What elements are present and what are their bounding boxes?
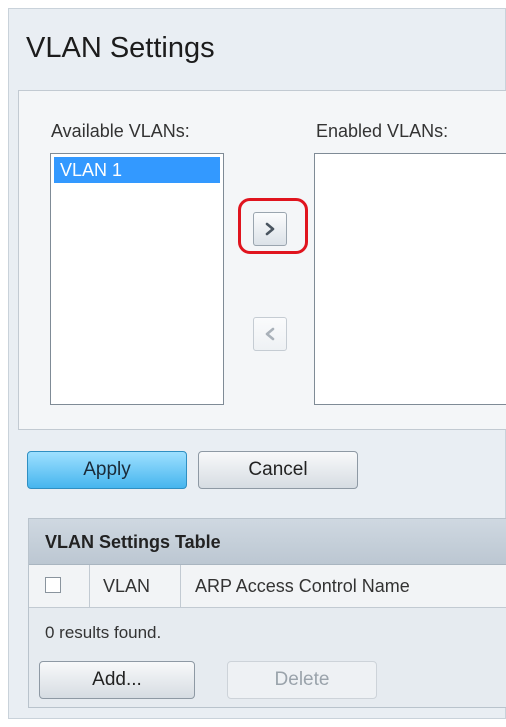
highlight-annotation xyxy=(238,198,308,254)
apply-button[interactable]: Apply xyxy=(27,451,187,489)
move-left-button[interactable] xyxy=(253,317,287,351)
available-vlans-list[interactable]: VLAN 1 xyxy=(50,153,224,405)
vlan-settings-table: VLAN Settings Table VLAN ARP Access Cont… xyxy=(28,518,506,708)
table-title: VLAN Settings Table xyxy=(29,519,506,565)
chevron-left-icon xyxy=(265,327,275,341)
column-divider xyxy=(180,565,181,607)
delete-button[interactable]: Delete xyxy=(227,661,377,699)
cancel-button[interactable]: Cancel xyxy=(198,451,358,489)
column-header-vlan: VLAN xyxy=(103,576,151,596)
column-divider xyxy=(89,565,90,607)
column-header-arp-acl-name: ARP Access Control Name xyxy=(195,576,410,596)
list-item-vlan-1[interactable]: VLAN 1 xyxy=(54,157,220,183)
add-button[interactable]: Add... xyxy=(39,661,195,699)
vlan-selector-box: Available VLANs: Enabled VLANs: VLAN 1 xyxy=(18,90,506,430)
select-all-checkbox[interactable] xyxy=(45,577,61,593)
available-vlans-label: Available VLANs: xyxy=(51,121,190,141)
enabled-vlans-list[interactable] xyxy=(314,153,506,405)
page-title: VLAN Settings xyxy=(26,32,215,64)
empty-results-text: 0 results found. xyxy=(45,623,162,642)
enabled-vlans-label: Enabled VLANs: xyxy=(316,121,449,141)
table-header-row: VLAN ARP Access Control Name xyxy=(29,565,506,608)
